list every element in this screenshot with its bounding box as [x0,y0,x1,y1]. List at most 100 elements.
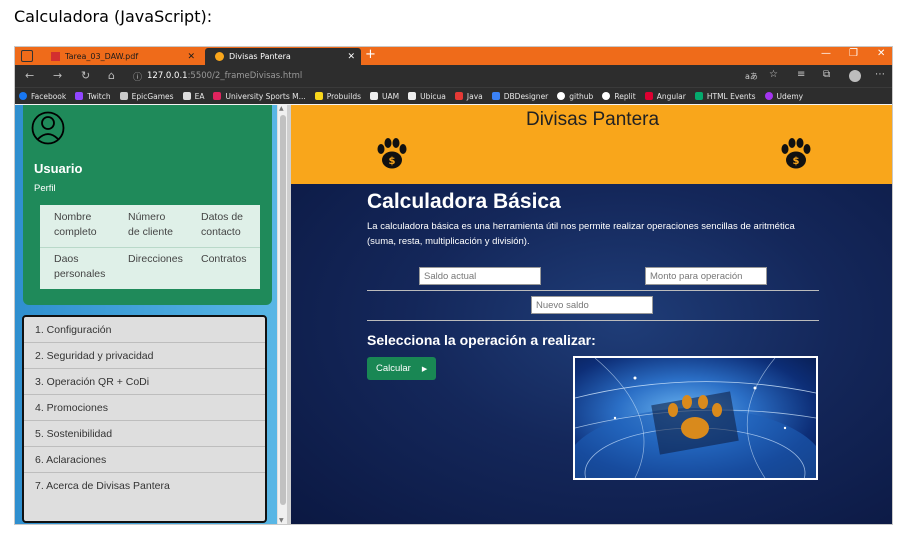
bookmark-replit[interactable]: Replit [602,92,636,101]
globe-network-illustration [575,358,816,478]
link-line: Nombre [54,211,92,223]
bookmark-label: DBDesigner [503,91,549,101]
svg-text:$: $ [389,156,396,167]
scroll-thumb[interactable] [280,115,286,505]
pdf-icon [51,52,60,61]
w3schools-icon [694,92,703,100]
url-path: :5500/2_frameDivisas.html [187,71,303,81]
bookmark-dbdesigner[interactable]: DBDesigner [491,91,549,101]
scroll-down-icon[interactable]: ▼ [279,517,284,524]
menu-item-sostenibilidad[interactable]: 5. Sostenibilidad [24,421,265,447]
bookmark-epicgames[interactable]: EpicGames [119,92,174,101]
link-line: completo [54,226,97,238]
window-close-icon[interactable]: ✕ [877,48,885,59]
saldo-actual-input[interactable]: Saldo actual [419,267,541,285]
profile-avatar-icon[interactable] [849,70,861,82]
bookmark-ubicua[interactable]: Ubicua [408,92,446,101]
uam-icon [370,92,378,100]
user-avatar-icon[interactable] [31,109,65,147]
divider [367,290,819,291]
link-line: personales [54,268,106,280]
bookmark-label: Udemy [776,91,804,101]
tab-pdf-label: Tarea_03_DAW.pdf [65,52,139,61]
calculator-title: Calculadora Básica [367,190,561,213]
tab-bar: Tarea_03_DAW.pdf ✕ Divisas Pantera ✕ + —… [15,47,892,65]
bookmark-ea[interactable]: EA [182,92,204,101]
profile-links-grid: Nombre completo Número de cliente Datos de… [40,205,260,289]
link-line: contacto [201,226,241,238]
profile-link-numero[interactable]: Número de cliente [128,210,173,240]
back-icon[interactable]: ← [25,69,34,82]
bookmark-github[interactable]: github [557,92,593,101]
profile-link[interactable]: Perfil [34,183,56,194]
bookmark-label: Probuilds [326,91,361,101]
site-title: Divisas Pantera [525,109,660,130]
ubicua-icon [408,92,417,100]
collections-icon[interactable]: ⧉ [823,69,830,80]
bookmark-twitch[interactable]: Twitch [75,91,111,101]
reload-icon[interactable]: ↻ [81,69,90,82]
url-field[interactable]: 127.0.0.1:5500/2_frameDivisas.html [147,71,302,81]
svg-text:$: $ [793,156,800,167]
minimize-icon[interactable]: — [821,48,831,59]
tab-divisas-pantera[interactable]: Divisas Pantera ✕ [205,48,361,65]
bookmark-html-events[interactable]: HTML Events [694,92,756,101]
bookmark-facebook[interactable]: Facebook [19,92,66,101]
menu-item-acerca[interactable]: 7. Acerca de Divisas Pantera [24,473,265,499]
profile-link-nombre[interactable]: Nombre completo [54,210,97,240]
link-line: Direcciones [128,253,183,265]
menu-item-qr-codi[interactable]: 3. Operación QR + CoDi [24,369,265,395]
close-icon[interactable]: ✕ [187,52,195,62]
more-icon[interactable]: ⋯ [875,69,885,80]
bookmark-label: Java [466,91,483,101]
bookmark-probuilds[interactable]: Probuilds [314,91,361,101]
tab-actions-icon[interactable] [21,50,33,62]
menu-item-promociones[interactable]: 4. Promociones [24,395,265,421]
forward-icon[interactable]: → [53,69,62,82]
profile-link-datos[interactable]: Datos de contacto [201,210,243,240]
home-icon[interactable]: ⌂ [108,69,115,82]
dbdesigner-icon [491,92,500,100]
bookmark-udemy[interactable]: Udemy [764,91,804,101]
menu-item-configuracion[interactable]: 1. Configuración [24,317,265,343]
restore-icon[interactable]: ❐ [849,48,858,59]
page-viewport: Usuario Perfil Nombre completo Número de c… [15,105,892,524]
profile-link-direcciones[interactable]: Direcciones [128,252,183,267]
udemy-icon [764,92,773,100]
profile-link-personales[interactable]: Daos personales [54,252,105,282]
right-frame: Divisas Pantera $ $ Calculadora Básica L… [291,105,892,524]
caret-right-icon: ▶ [421,365,428,373]
user-card: Usuario Perfil Nombre completo Número de c… [23,105,272,305]
profile-link-contratos[interactable]: Contratos [201,252,247,267]
calcular-button[interactable]: Calcular ▶ [367,357,436,380]
favorites-icon[interactable]: ≡ [797,69,805,80]
favorite-add-icon[interactable]: ☆ [769,69,778,80]
bookmark-university-sports[interactable]: University Sports M... [213,92,306,101]
monto-operacion-input[interactable]: Monto para operación [645,267,767,285]
divider [40,247,260,248]
bookmark-angular[interactable]: Angular [644,91,686,101]
twitch-icon [75,92,84,100]
university-sports-icon [213,92,222,100]
read-aloud-icon[interactable]: aあ [745,71,758,82]
java-icon [454,92,463,100]
document-heading: Calculadora (JavaScript): [14,7,213,26]
left-frame-scrollbar[interactable]: ▲ ▼ [277,105,287,524]
bookmark-label: Twitch [87,91,111,101]
left-frame: Usuario Perfil Nombre completo Número de c… [15,105,287,524]
bookmark-label: Angular [656,91,686,101]
paw-favicon-icon [215,52,224,61]
close-icon[interactable]: ✕ [347,52,355,62]
new-tab-icon[interactable]: + [365,47,376,62]
link-line: Daos [54,253,79,265]
bookmark-label: UAM [382,91,400,101]
tab-pdf[interactable]: Tarea_03_DAW.pdf ✕ [51,48,201,65]
bookmark-label: Ubicua [420,91,446,101]
scroll-up-icon[interactable]: ▲ [279,105,284,112]
bookmark-uam[interactable]: UAM [370,92,399,101]
menu-item-seguridad[interactable]: 2. Seguridad y privacidad [24,343,265,369]
bookmark-java[interactable]: Java [454,91,483,101]
nuevo-saldo-input[interactable]: Nuevo saldo [531,296,653,314]
menu-item-aclaraciones[interactable]: 6. Aclaraciones [24,447,265,473]
url-host: 127.0.0.1 [147,71,188,81]
